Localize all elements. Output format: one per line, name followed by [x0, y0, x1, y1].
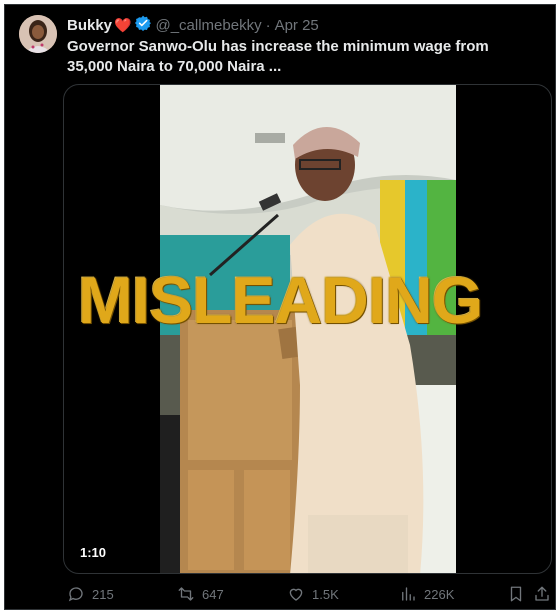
tweet-actions: 215 647 1.5K 226K	[67, 583, 549, 605]
repost-button[interactable]: 647	[177, 585, 224, 603]
like-count: 1.5K	[312, 586, 339, 602]
user-handle[interactable]: @_callmebekky	[155, 17, 261, 34]
tweet-text: Governor Sanwo-Olu has increase the mini…	[67, 38, 489, 75]
share-button[interactable]	[533, 585, 551, 603]
views-button[interactable]: 226K	[399, 585, 454, 603]
share-icon	[535, 586, 549, 601]
reply-icon	[68, 587, 83, 602]
like-button[interactable]: 1.5K	[287, 585, 339, 603]
display-name[interactable]: Bukky	[67, 17, 112, 34]
heart-emoji: ❤️	[114, 16, 132, 33]
repost-count: 647	[202, 586, 224, 602]
reply-button[interactable]: 215	[67, 585, 114, 603]
bookmark-button[interactable]	[507, 585, 525, 603]
misleading-stamp: MISLEADING	[77, 263, 483, 337]
repost-icon	[178, 587, 194, 601]
avatar[interactable]	[19, 15, 57, 53]
reply-count: 215	[92, 586, 114, 602]
bookmark-icon	[510, 586, 522, 602]
tweet-date[interactable]: Apr 25	[275, 17, 319, 34]
tweet-header: Bukky ❤️ @_callmebekky · Apr 25	[67, 15, 319, 35]
like-icon	[289, 588, 303, 601]
header-separator: ·	[265, 16, 271, 34]
views-count: 226K	[424, 586, 455, 602]
verified-badge-icon	[135, 15, 152, 35]
video-duration: 1:10	[74, 542, 113, 563]
views-icon	[402, 587, 415, 601]
